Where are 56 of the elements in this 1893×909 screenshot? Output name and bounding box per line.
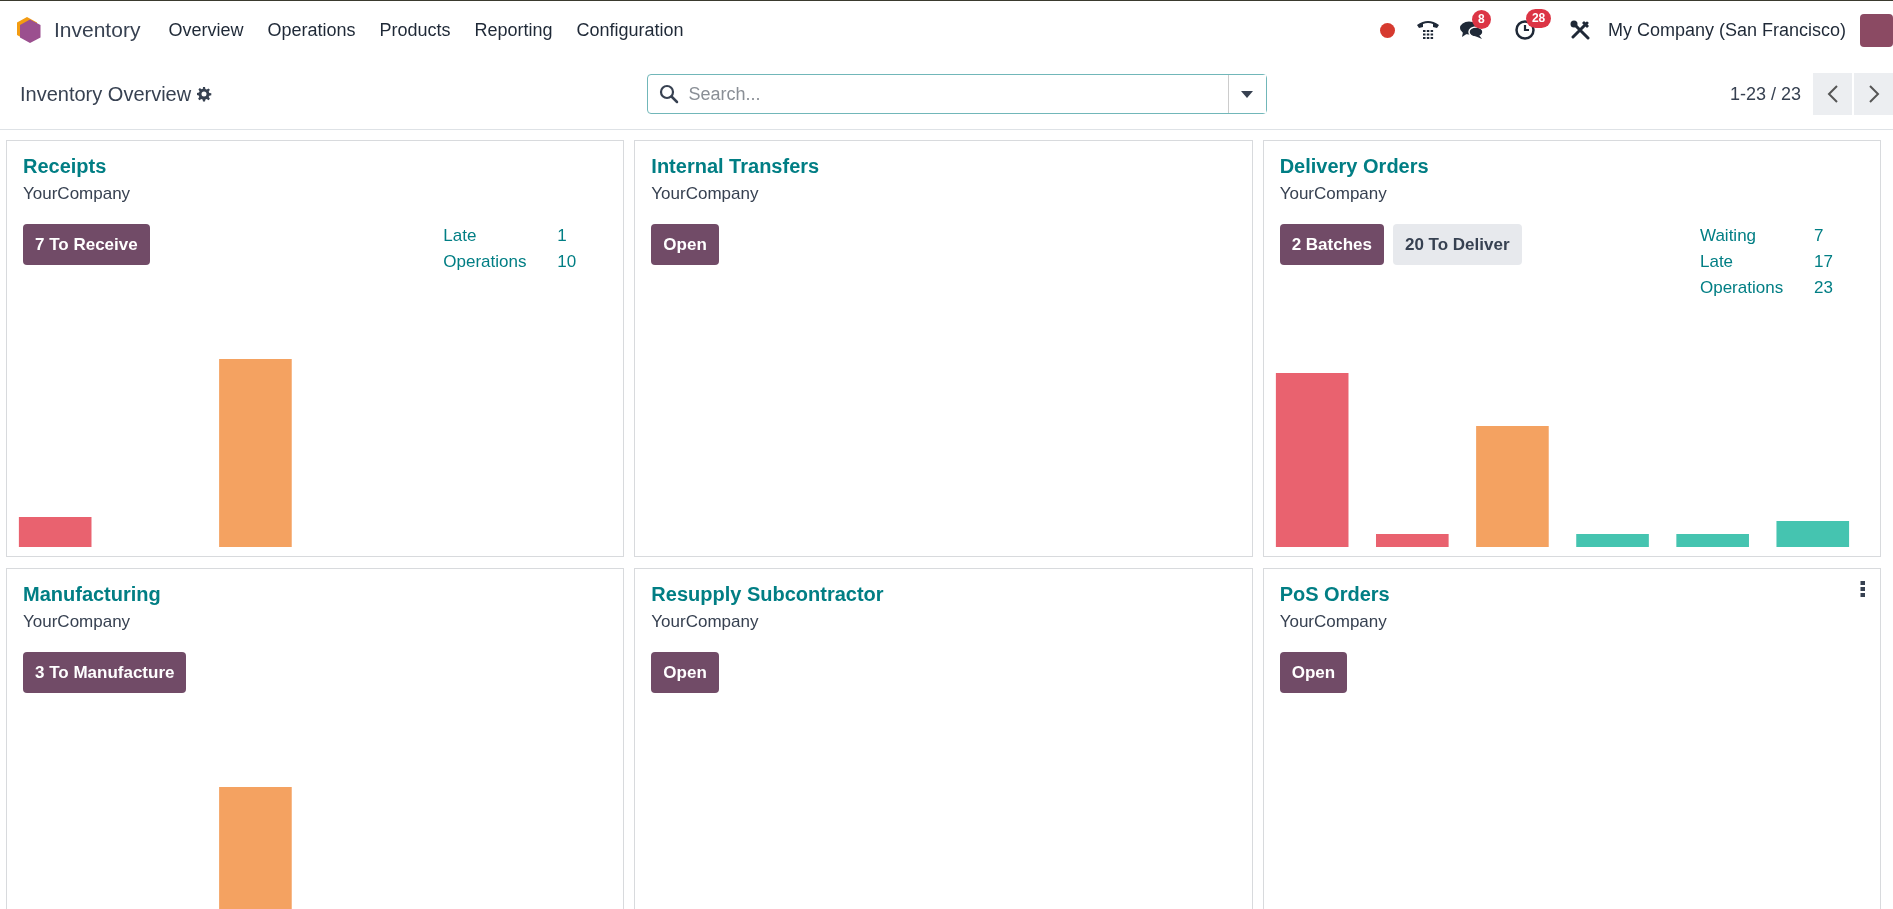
menu-item[interactable]: Reporting — [462, 19, 565, 41]
user-avatar[interactable] — [1860, 13, 1893, 47]
action-button[interactable]: Open — [651, 652, 719, 693]
search-input[interactable]: Search... — [686, 82, 1228, 106]
more-options-icon[interactable] — [1860, 581, 1866, 597]
stat-value[interactable]: 7 — [1814, 226, 1854, 246]
tools-icon[interactable] — [1569, 20, 1590, 40]
menu-item[interactable]: Products — [367, 19, 463, 41]
company-name: YourCompany — [23, 184, 132, 204]
card-title[interactable]: Manufacturing — [23, 583, 161, 606]
company-name: YourCompany — [1279, 612, 1388, 632]
menu-item[interactable]: Configuration — [564, 19, 696, 41]
company-name: YourCompany — [651, 184, 760, 204]
stat-label[interactable]: Operations — [443, 252, 558, 272]
phone-icon[interactable] — [1415, 19, 1440, 41]
app-name[interactable]: Inventory — [54, 18, 141, 42]
search-icon — [658, 84, 679, 104]
stat-label[interactable]: Operations — [1700, 278, 1814, 298]
stat-label[interactable]: Late — [1700, 252, 1814, 272]
app-logo-icon — [16, 16, 42, 44]
search-options-button[interactable] — [1227, 75, 1266, 113]
company-name: YourCompany — [1279, 184, 1388, 204]
status-dot-icon — [1379, 22, 1395, 38]
action-button[interactable]: 20 To Deliver — [1393, 224, 1522, 265]
action-button[interactable]: 7 To Receive — [23, 224, 150, 265]
menu-item[interactable]: Overview — [156, 19, 256, 41]
company-switcher[interactable]: My Company (San Francisco) — [1607, 19, 1846, 41]
company-name: YourCompany — [23, 612, 132, 632]
caret-icon — [1241, 90, 1253, 98]
action-button[interactable]: 3 To Manufacture — [23, 652, 187, 693]
stat-value[interactable]: 1 — [557, 226, 598, 246]
search-field[interactable]: Search... — [646, 74, 1267, 114]
action-button[interactable]: Open — [651, 224, 719, 265]
activity-count-badge: 28 — [1525, 9, 1552, 28]
card-title[interactable]: Delivery Orders — [1279, 155, 1429, 178]
stat-value[interactable]: 10 — [557, 252, 598, 272]
stat-value[interactable]: 17 — [1814, 252, 1854, 272]
action-button[interactable]: 2 Batches — [1279, 224, 1384, 265]
stat-label[interactable]: Waiting — [1700, 226, 1814, 246]
menu-item[interactable]: Operations — [255, 19, 368, 41]
message-count-badge: 8 — [1471, 10, 1491, 29]
settings-icon[interactable] — [196, 86, 213, 102]
card-title[interactable]: Resupply Subcontractor — [651, 583, 884, 606]
action-button[interactable]: Open — [1279, 652, 1348, 693]
chevron-left-icon — [1826, 84, 1839, 104]
company-name: YourCompany — [651, 612, 760, 632]
previous-page-button[interactable] — [1813, 73, 1852, 115]
pager-value[interactable]: 1-23 / 23 — [1729, 83, 1801, 105]
page-title: Inventory Overview — [20, 82, 192, 106]
chevron-right-icon — [1867, 84, 1880, 104]
card-title[interactable]: Receipts — [23, 155, 107, 178]
stat-label[interactable]: Late — [443, 226, 558, 246]
card-title[interactable]: Internal Transfers — [651, 155, 820, 178]
card-title[interactable]: PoS Orders — [1279, 583, 1390, 606]
stat-value[interactable]: 23 — [1814, 278, 1854, 298]
next-page-button[interactable] — [1854, 73, 1893, 115]
